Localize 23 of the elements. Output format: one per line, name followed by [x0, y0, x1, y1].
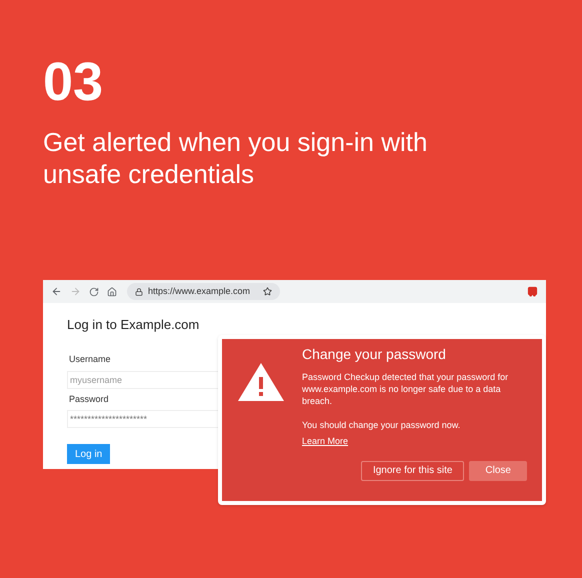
back-icon[interactable] [51, 286, 62, 297]
dialog-button[interactable]: Close [469, 461, 527, 481]
extension-icon[interactable] [527, 286, 538, 297]
input-field[interactable]: ********************** [67, 410, 219, 428]
headline: Get alerted when you sign-in with unsafe credentials [43, 126, 428, 190]
login-button[interactable]: Log in [67, 444, 110, 464]
input-field[interactable]: myusername [67, 370, 219, 388]
alert-title: Change your password [302, 345, 446, 363]
field-label: Username [69, 353, 111, 366]
step-number: 03 [43, 52, 104, 112]
url-text: https://www.example.com [148, 284, 250, 298]
field-label: Password [69, 392, 109, 406]
learn-more-link[interactable]: Learn More [302, 435, 348, 447]
warning-icon [236, 361, 286, 403]
lock-icon [135, 288, 143, 296]
reload-icon[interactable] [89, 286, 99, 296]
alert-advice: You should change your password now. [302, 419, 460, 431]
alert-message: Password Checkup detected that your password for www.example.com is no longer safe due to a data breach. [302, 371, 510, 407]
home-icon[interactable] [107, 286, 117, 296]
bookmark-star-icon[interactable] [263, 287, 272, 296]
page-title: Log in to Example.com [67, 316, 200, 334]
address-bar[interactable]: https://www.example.com [127, 283, 280, 300]
dialog-button[interactable]: Ignore for this site [360, 461, 464, 481]
